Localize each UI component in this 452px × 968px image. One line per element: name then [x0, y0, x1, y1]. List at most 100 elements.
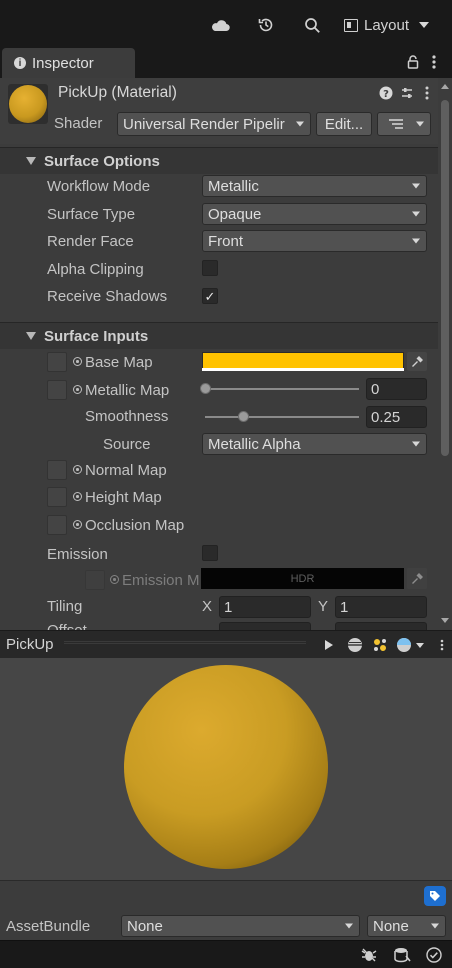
workflow-mode-label: Workflow Mode: [47, 178, 151, 195]
debug-off-icon[interactable]: [359, 946, 379, 964]
cache-server-icon[interactable]: [391, 946, 413, 964]
receive-shadows-checkbox[interactable]: ✓: [202, 288, 218, 304]
offset-label: Offset: [47, 622, 87, 630]
status-check-icon[interactable]: [424, 946, 444, 964]
tiling-x-field[interactable]: 1: [219, 596, 311, 618]
asset-bundle-variant-dropdown[interactable]: None: [367, 915, 446, 937]
layout-dropdown[interactable]: Layout: [344, 14, 430, 36]
tab-inspector-label: Inspector: [32, 54, 94, 72]
emission-checkbox[interactable]: [202, 545, 218, 561]
workflow-mode-value: Metallic: [208, 177, 259, 195]
scrollbar-thumb[interactable]: [441, 100, 449, 456]
tiling-x-label: X: [202, 598, 213, 615]
chevron-down-icon: [412, 238, 420, 244]
smoothness-label: Smoothness: [85, 408, 169, 425]
edit-shader-button[interactable]: Edit...: [316, 112, 372, 136]
asset-bundle-name-dropdown[interactable]: None: [121, 915, 360, 937]
surface-type-label: Surface Type: [47, 206, 136, 223]
chevron-down-icon: [412, 441, 420, 447]
scroll-down-icon[interactable]: [441, 618, 449, 623]
height-map-texture-slot[interactable]: [47, 487, 67, 507]
tiling-label: Tiling: [47, 598, 83, 615]
base-map-texture-slot[interactable]: [47, 352, 67, 372]
preview-sphere: [124, 665, 328, 869]
object-picker-icon[interactable]: [73, 465, 82, 474]
inspector-scrollbar[interactable]: [438, 78, 452, 630]
scroll-up-icon[interactable]: [441, 84, 449, 89]
tab-inspector[interactable]: i Inspector: [2, 48, 135, 78]
shader-dropdown[interactable]: Universal Render Pipelir: [117, 112, 311, 136]
help-icon[interactable]: ?: [378, 85, 394, 101]
preview-title: PickUp: [6, 636, 54, 653]
preview-mesh-icon[interactable]: [345, 636, 365, 654]
object-picker-icon[interactable]: [73, 357, 82, 366]
tiling-y-label: Y: [318, 598, 329, 615]
render-face-label: Render Face: [47, 233, 134, 250]
base-map-alpha-bar: [202, 368, 404, 371]
smoothness-slider-track[interactable]: [205, 416, 359, 418]
object-picker-icon: [110, 575, 119, 584]
surface-inputs-header[interactable]: Surface Inputs: [0, 322, 438, 349]
surface-inputs-title: Surface Inputs: [44, 327, 149, 345]
eyedropper-icon: [407, 568, 427, 589]
asset-bundle-variant-value: None: [373, 917, 409, 935]
preview-more-icon[interactable]: [437, 636, 447, 654]
workflow-mode-dropdown[interactable]: Metallic: [202, 175, 427, 197]
tab-bar: i Inspector: [0, 46, 452, 78]
object-picker-icon[interactable]: [73, 520, 82, 529]
occlusion-map-texture-slot[interactable]: [47, 515, 67, 535]
smoothness-value-field[interactable]: 0.25: [366, 406, 427, 428]
header-more-icon[interactable]: [421, 85, 433, 101]
more-options-icon[interactable]: [427, 52, 441, 72]
base-map-label: Base Map: [85, 354, 153, 371]
material-title: PickUp (Material): [58, 84, 177, 101]
normal-map-texture-slot[interactable]: [47, 460, 67, 480]
lock-icon[interactable]: [404, 52, 422, 72]
smoothness-value: 0.25: [371, 408, 401, 426]
material-preview[interactable]: [0, 658, 452, 880]
render-face-dropdown[interactable]: Front: [202, 230, 427, 252]
asset-bundle-name-value: None: [127, 917, 163, 935]
metallic-slider-track[interactable]: [205, 388, 359, 390]
inspector-panel: PickUp (Material) ? Shader Universal Ren…: [0, 78, 452, 630]
object-picker-icon[interactable]: [73, 385, 82, 394]
metallic-map-texture-slot[interactable]: [47, 380, 67, 400]
metallic-value-field[interactable]: 0: [366, 378, 427, 400]
offset-y-field[interactable]: [335, 622, 427, 630]
top-toolbar: Layout: [0, 0, 452, 46]
svg-text:?: ?: [383, 89, 389, 100]
preview-background-dropdown[interactable]: [395, 636, 425, 654]
preset-icon[interactable]: [399, 85, 415, 101]
occlusion-map-label: Occlusion Map: [85, 517, 185, 534]
preview-drag-handle[interactable]: [64, 641, 306, 644]
tiling-x-value: 1: [224, 598, 233, 616]
chevron-down-icon: [416, 121, 424, 127]
hdr-label: HDR: [290, 572, 315, 585]
metallic-slider-handle[interactable]: [199, 383, 211, 394]
smoothness-slider-handle[interactable]: [238, 411, 249, 422]
history-icon[interactable]: [254, 14, 278, 36]
list-icon: [389, 119, 403, 129]
cloud-icon[interactable]: [208, 14, 232, 36]
shader-value: Universal Render Pipelir: [123, 115, 285, 133]
search-icon[interactable]: [300, 14, 324, 36]
shader-options-button[interactable]: [377, 112, 431, 136]
emission-map-texture-slot: [85, 570, 105, 590]
surface-options-header[interactable]: Surface Options: [0, 147, 438, 174]
chevron-down-icon: [416, 642, 424, 648]
object-picker-icon[interactable]: [73, 492, 82, 501]
surface-type-dropdown[interactable]: Opaque: [202, 203, 427, 225]
tiling-y-field[interactable]: 1: [335, 596, 427, 618]
eyedropper-icon[interactable]: [407, 352, 427, 371]
play-icon[interactable]: [320, 636, 338, 654]
chevron-down-icon: [412, 183, 420, 189]
material-thumbnail: [8, 84, 48, 124]
preview-lighting-icon[interactable]: [370, 636, 390, 654]
offset-x-field[interactable]: [219, 622, 311, 630]
asset-label-tag-icon[interactable]: [424, 886, 446, 906]
source-dropdown[interactable]: Metallic Alpha: [202, 433, 427, 455]
chevron-down-icon: [412, 211, 420, 217]
alpha-clipping-checkbox[interactable]: [202, 260, 218, 276]
shader-label: Shader: [54, 115, 103, 132]
emission-color-field: HDR: [201, 568, 404, 589]
